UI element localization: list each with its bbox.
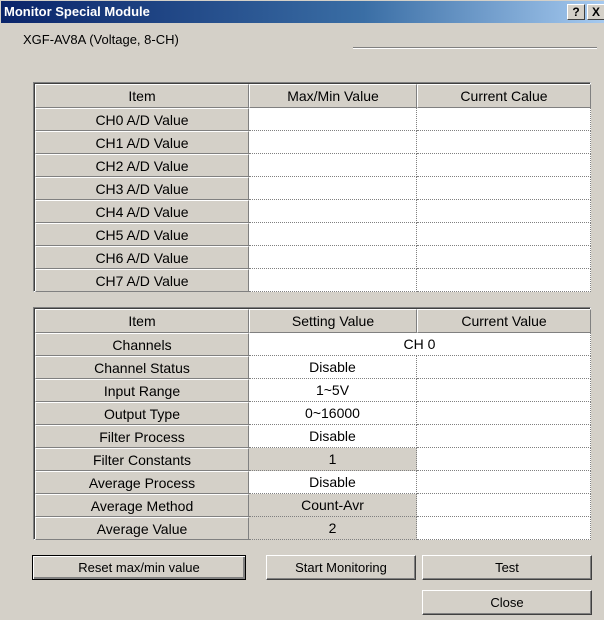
table-row: Filter Constants 1 bbox=[35, 448, 591, 471]
table-row: Average Method Count-Avr bbox=[35, 494, 591, 517]
row-label: CH4 A/D Value bbox=[35, 200, 249, 223]
current-value-cell[interactable] bbox=[417, 402, 591, 425]
close-button[interactable]: Close bbox=[422, 590, 592, 615]
current-value-cell[interactable] bbox=[417, 131, 591, 154]
current-value-cell[interactable] bbox=[417, 246, 591, 269]
setting-value-cell[interactable]: Disable bbox=[249, 425, 417, 448]
row-label: Average Method bbox=[35, 494, 249, 517]
start-monitoring-button[interactable]: Start Monitoring bbox=[266, 555, 416, 580]
table-row: CH3 A/D Value bbox=[35, 177, 591, 200]
ad-value-table: Item Max/Min Value Current Calue CH0 A/D… bbox=[33, 82, 591, 292]
table-row: CH4 A/D Value bbox=[35, 200, 591, 223]
max-min-value-cell[interactable] bbox=[249, 200, 417, 223]
row-label: Input Range bbox=[35, 379, 249, 402]
table-row: Output Type 0~16000 bbox=[35, 402, 591, 425]
max-min-value-cell[interactable] bbox=[249, 223, 417, 246]
current-value-cell[interactable] bbox=[417, 200, 591, 223]
max-min-value-cell[interactable] bbox=[249, 269, 417, 292]
current-value-cell[interactable] bbox=[417, 269, 591, 292]
setting-value-cell[interactable]: Count-Avr bbox=[249, 494, 417, 517]
max-min-value-cell[interactable] bbox=[249, 108, 417, 131]
setting-value-cell[interactable]: 2 bbox=[249, 517, 417, 540]
column-header-item: Item bbox=[35, 84, 249, 108]
max-min-value-cell[interactable] bbox=[249, 154, 417, 177]
table-header-row: Item Max/Min Value Current Calue bbox=[35, 84, 591, 108]
current-value-cell[interactable] bbox=[417, 448, 591, 471]
current-value-cell[interactable] bbox=[417, 425, 591, 448]
current-value-cell[interactable] bbox=[417, 471, 591, 494]
table-header-row: Item Setting Value Current Value bbox=[35, 309, 591, 333]
close-window-button[interactable]: X bbox=[587, 4, 604, 20]
table-row: CH0 A/D Value bbox=[35, 108, 591, 131]
row-label: Filter Process bbox=[35, 425, 249, 448]
max-min-value-cell[interactable] bbox=[249, 246, 417, 269]
row-label: Average Value bbox=[35, 517, 249, 540]
row-label: CH6 A/D Value bbox=[35, 246, 249, 269]
row-label: CH2 A/D Value bbox=[35, 154, 249, 177]
table-row: CH6 A/D Value bbox=[35, 246, 591, 269]
row-label: CH0 A/D Value bbox=[35, 108, 249, 131]
row-label: CH3 A/D Value bbox=[35, 177, 249, 200]
table-row: Average Process Disable bbox=[35, 471, 591, 494]
table-row: Average Value 2 bbox=[35, 517, 591, 540]
setting-value-cell[interactable]: Disable bbox=[249, 356, 417, 379]
module-label: XGF-AV8A (Voltage, 8-CH) bbox=[23, 32, 179, 47]
row-label: CH7 A/D Value bbox=[35, 269, 249, 292]
table-row: CH5 A/D Value bbox=[35, 223, 591, 246]
max-min-value-cell[interactable] bbox=[249, 177, 417, 200]
row-label: Average Process bbox=[35, 471, 249, 494]
setting-value-cell[interactable]: 1 bbox=[249, 448, 417, 471]
table-row: CH2 A/D Value bbox=[35, 154, 591, 177]
monitor-special-module-dialog: Monitor Special Module ? X XGF-AV8A (Vol… bbox=[0, 0, 604, 620]
max-min-value-cell[interactable] bbox=[249, 131, 417, 154]
column-header-item: Item bbox=[35, 309, 249, 333]
setting-value-cell[interactable]: Disable bbox=[249, 471, 417, 494]
reset-max-min-button[interactable]: Reset max/min value bbox=[32, 555, 246, 580]
table-row: Input Range 1~5V bbox=[35, 379, 591, 402]
column-header-current: Current Value bbox=[417, 309, 591, 333]
row-label: CH1 A/D Value bbox=[35, 131, 249, 154]
current-value-cell[interactable] bbox=[417, 494, 591, 517]
setting-value-cell[interactable]: 0~16000 bbox=[249, 402, 417, 425]
table-row: Channel Status Disable bbox=[35, 356, 591, 379]
row-label: Channel Status bbox=[35, 356, 249, 379]
table-row: Filter Process Disable bbox=[35, 425, 591, 448]
test-button[interactable]: Test bbox=[422, 555, 592, 580]
table-row: CH7 A/D Value bbox=[35, 269, 591, 292]
channels-value[interactable]: CH 0 bbox=[249, 333, 591, 356]
column-header-max-min: Max/Min Value bbox=[249, 84, 417, 108]
column-header-current: Current Calue bbox=[417, 84, 591, 108]
group-divider bbox=[353, 47, 597, 49]
current-value-cell[interactable] bbox=[417, 108, 591, 131]
title-bar[interactable]: Monitor Special Module ? X bbox=[1, 1, 604, 23]
channels-row: Channels CH 0 bbox=[35, 333, 591, 356]
current-value-cell[interactable] bbox=[417, 517, 591, 540]
window-title: Monitor Special Module bbox=[4, 4, 150, 19]
current-value-cell[interactable] bbox=[417, 177, 591, 200]
row-label: CH5 A/D Value bbox=[35, 223, 249, 246]
current-value-cell[interactable] bbox=[417, 154, 591, 177]
current-value-cell[interactable] bbox=[417, 356, 591, 379]
channels-label: Channels bbox=[35, 333, 249, 356]
setting-value-cell[interactable]: 1~5V bbox=[249, 379, 417, 402]
settings-table: Item Setting Value Current Value Channel… bbox=[33, 307, 591, 540]
current-value-cell[interactable] bbox=[417, 223, 591, 246]
row-label: Output Type bbox=[35, 402, 249, 425]
table-row: CH1 A/D Value bbox=[35, 131, 591, 154]
help-button[interactable]: ? bbox=[567, 4, 585, 20]
column-header-setting: Setting Value bbox=[249, 309, 417, 333]
row-label: Filter Constants bbox=[35, 448, 249, 471]
current-value-cell[interactable] bbox=[417, 379, 591, 402]
